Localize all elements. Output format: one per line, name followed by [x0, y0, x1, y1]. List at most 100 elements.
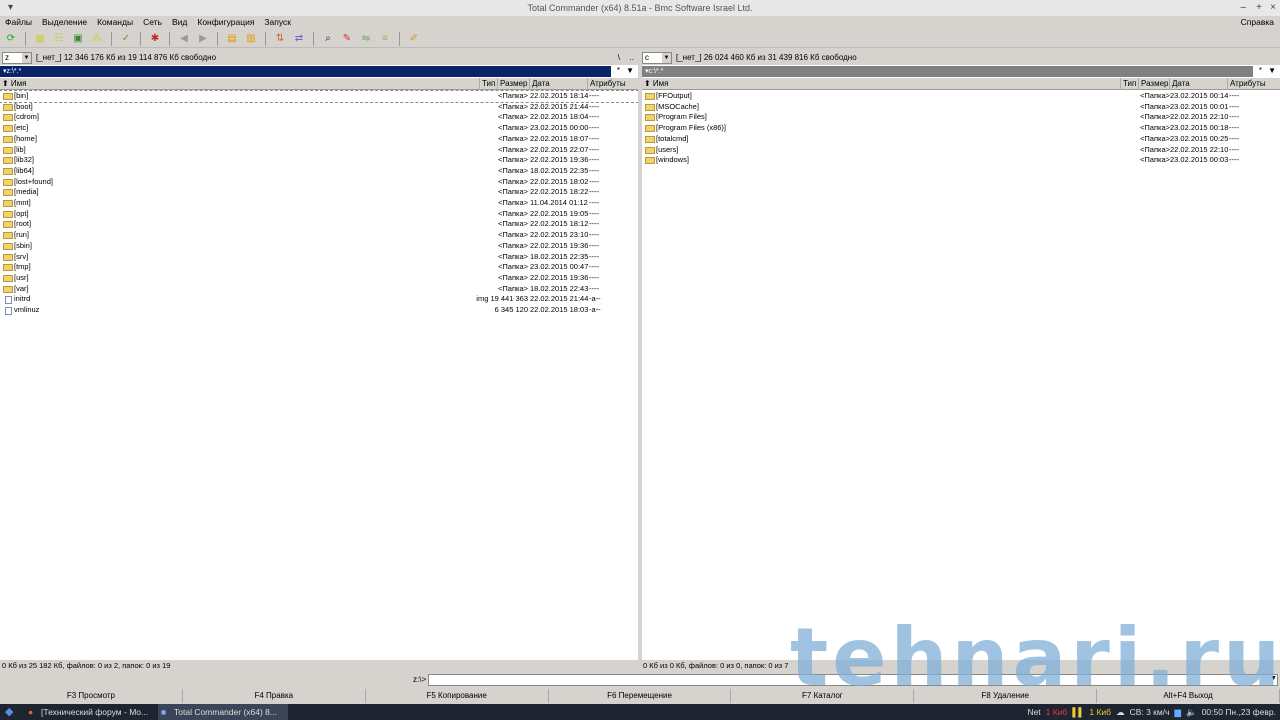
file-size: <Папка> [498, 155, 528, 165]
compare-icon[interactable]: ≡ [377, 32, 393, 46]
col-date[interactable]: Дата [529, 78, 550, 90]
file-row[interactable]: [boot] <Папка> 22.02.2015 21:44 ---- [0, 102, 638, 113]
right-status: 0 Кб из 0 Кб, файлов: 0 из 0, папок: 0 и… [643, 661, 789, 670]
menu-help[interactable]: Справка [1241, 16, 1274, 29]
file-attr: ---- [1229, 123, 1239, 133]
brief-view-icon[interactable]: ▦ [32, 32, 48, 46]
file-size: <Папка> [498, 283, 528, 293]
task-browser[interactable]: ● [Технический форум - Mo... [25, 704, 155, 720]
fkey-button[interactable]: F4 Правка [183, 689, 366, 703]
task-total-commander[interactable]: ■ Total Commander (x64) 8... [158, 704, 288, 720]
left-drive-select[interactable]: z ▼ [2, 51, 32, 64]
file-row[interactable]: [users] <Папка> 22.02.2015 22:10 ---- [642, 145, 1280, 156]
file-row[interactable]: [lib64] <Папка> 18.02.2015 22:35 ---- [0, 166, 638, 177]
file-row[interactable]: [tmp] <Папка> 23.02.2015 00:47 ---- [0, 262, 638, 273]
file-row[interactable]: initrd img 19 441 363 22.02.2015 21:44 -a-- [0, 294, 638, 305]
file-row[interactable]: vmlinuz 6 345 120 22.02.2015 18:03 -a-- [0, 305, 638, 316]
file-size: <Папка> [498, 165, 528, 175]
up-button[interactable]: .. [630, 53, 634, 62]
close-button[interactable]: × [1270, 0, 1276, 16]
sync-icon[interactable]: ⇋ [358, 32, 374, 46]
menu-item[interactable]: Вид [172, 16, 187, 29]
fkey-button[interactable]: F5 Копирование [366, 689, 549, 703]
weather-icon: ☁ [1116, 707, 1125, 717]
full-view-icon[interactable]: ☷ [51, 32, 67, 46]
file-row[interactable]: [var] <Папка> 18.02.2015 22:43 ---- [0, 284, 638, 295]
fkey-button[interactable]: F6 Перемещение [549, 689, 732, 703]
history-dropdown[interactable]: ▼ [626, 66, 634, 75]
file-row[interactable]: [Program Files (x86)] <Папка> 23.02.2015 0… [642, 123, 1280, 134]
file-row[interactable]: [opt] <Папка> 22.02.2015 19:05 ---- [0, 209, 638, 220]
tc-icon: ■ [161, 707, 167, 717]
file-row[interactable]: [FFOutput] <Папка> 23.02.2015 00:14 ---- [642, 91, 1280, 102]
file-row[interactable]: [Program Files] <Папка> 22.02.2015 22:10 --… [642, 112, 1280, 123]
file-row[interactable]: [totalcmd] <Папка> 23.02.2015 00:25 ---- [642, 134, 1280, 145]
right-path[interactable]: ▾c:\*.* [642, 66, 1253, 77]
tree-icon[interactable]: ⁂ [89, 32, 105, 46]
col-name[interactable]: ⬆ Имя [0, 78, 27, 90]
file-row[interactable]: [MSOCache] <Папка> 23.02.2015 00:01 ---- [642, 102, 1280, 113]
back-icon[interactable]: ◀ [176, 32, 192, 46]
minimize-button[interactable]: – [1240, 0, 1246, 16]
col-date[interactable]: Дата [1169, 78, 1190, 90]
clock[interactable]: 00:50 Пн.,23 февр. [1202, 704, 1276, 720]
file-row[interactable]: [windows] <Папка> 23.02.2015 00:03 ---- [642, 155, 1280, 166]
left-path[interactable]: ▾z:\*.* [0, 66, 611, 77]
file-row[interactable]: [sbin] <Папка> 22.02.2015 19:36 ---- [0, 241, 638, 252]
fkey-button[interactable]: F3 Просмотр [0, 689, 183, 703]
file-row[interactable]: [mnt] <Папка> 11.04.2014 01:12 ---- [0, 198, 638, 209]
menu-item[interactable]: Выделение [42, 16, 87, 29]
settings-icon[interactable]: ✱ [147, 32, 163, 46]
rename-icon[interactable]: ✎ [339, 32, 355, 46]
col-attr[interactable]: Атрибуты [587, 78, 626, 90]
left-drive-bar: z ▼ [_нет_] 12 346 176 Кб из 19 114 876 К… [0, 50, 638, 65]
keyboard-layout-flag-icon[interactable]: ▆ [1175, 704, 1182, 720]
weather-text[interactable]: СВ: 3 км/ч [1130, 704, 1170, 720]
file-row[interactable]: [lib32] <Папка> 22.02.2015 19:36 ---- [0, 155, 638, 166]
menu-item[interactable]: Сеть [143, 16, 162, 29]
file-row[interactable]: [etc] <Папка> 23.02.2015 00:00 ---- [0, 123, 638, 134]
file-row[interactable]: [lost+found] <Папка> 22.02.2015 18:02 ---- [0, 177, 638, 188]
col-type[interactable]: Тип [1120, 78, 1136, 90]
history-dropdown[interactable]: ▼ [1268, 66, 1276, 75]
col-type[interactable]: Тип [479, 78, 495, 90]
file-row[interactable]: [srv] <Папка> 18.02.2015 22:35 ---- [0, 252, 638, 263]
maximize-button[interactable]: + [1256, 0, 1262, 16]
start-menu-icon[interactable]: ◆ [5, 704, 13, 720]
pack-icon[interactable]: ▤ [224, 32, 240, 46]
notepad-icon[interactable]: ✐ [406, 32, 422, 46]
file-row[interactable]: [run] <Папка> 22.02.2015 23:10 ---- [0, 230, 638, 241]
invert-selection-icon[interactable]: ✓ [118, 32, 134, 46]
file-row[interactable]: [usr] <Папка> 22.02.2015 19:36 ---- [0, 273, 638, 284]
right-drive-select[interactable]: c ▼ [642, 51, 672, 64]
file-attr: ---- [589, 91, 599, 100]
menu-item[interactable]: Файлы [5, 16, 32, 29]
favorites-icon[interactable]: * [1259, 66, 1262, 75]
col-name[interactable]: ⬆ Имя [642, 78, 669, 90]
file-row[interactable]: [bin] <Папка> 22.02.2015 18:14 ---- [0, 90, 639, 103]
volume-icon[interactable]: 🔈 [1186, 704, 1197, 720]
thumbnails-icon[interactable]: ▣ [70, 32, 86, 46]
right-file-list[interactable]: [FFOutput] <Папка> 23.02.2015 00:14 ---- [MS… [642, 91, 1280, 660]
favorites-icon[interactable]: * [617, 66, 620, 75]
file-row[interactable]: [lib] <Папка> 22.02.2015 22:07 ---- [0, 145, 638, 156]
left-file-list[interactable]: [bin] <Папка> 22.02.2015 18:14 ---- [boot] <П… [0, 90, 639, 660]
menu-item[interactable]: Конфигурация [197, 16, 254, 29]
menu-item[interactable]: Запуск [264, 16, 291, 29]
file-row[interactable]: [home] <Папка> 22.02.2015 18:07 ---- [0, 134, 638, 145]
col-size[interactable]: Размер [497, 78, 528, 90]
ftp-icon[interactable]: ⇅ [272, 32, 288, 46]
url-icon[interactable]: ⇄ [291, 32, 307, 46]
file-row[interactable]: [media] <Папка> 22.02.2015 18:22 ---- [0, 187, 638, 198]
search-icon[interactable]: ⌕ [320, 32, 336, 46]
refresh-icon[interactable]: ⟳ [3, 32, 19, 46]
col-attr[interactable]: Атрибуты [1227, 78, 1266, 90]
unpack-icon[interactable]: ▥ [243, 32, 259, 46]
window-menu-icon[interactable]: ▾ [8, 0, 13, 16]
file-row[interactable]: [root] <Папка> 22.02.2015 18:12 ---- [0, 219, 638, 230]
menu-item[interactable]: Команды [97, 16, 133, 29]
file-row[interactable]: [cdrom] <Папка> 22.02.2015 18:04 ---- [0, 112, 638, 123]
root-button[interactable]: \ [618, 53, 620, 62]
forward-icon[interactable]: ▶ [195, 32, 211, 46]
col-size[interactable]: Размер [1138, 78, 1169, 90]
